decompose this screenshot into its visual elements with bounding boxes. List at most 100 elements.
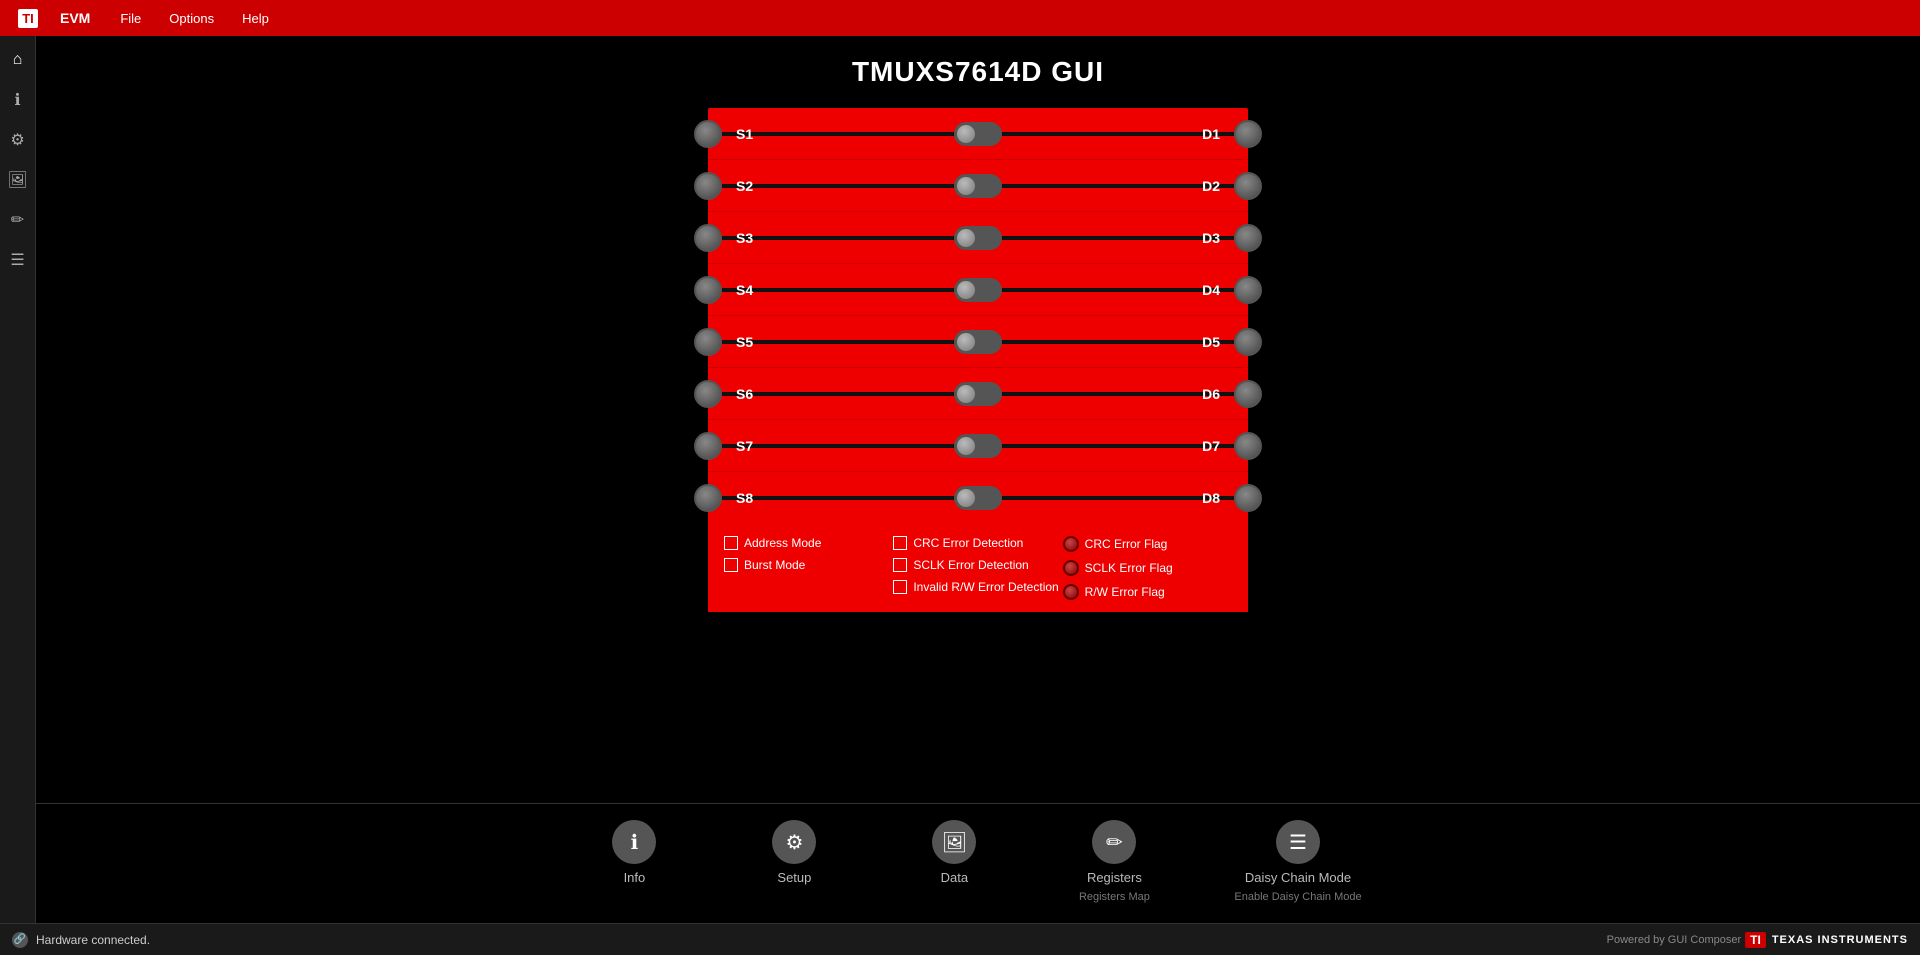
switch-row-s4: S4 D4 [708,264,1248,316]
label-s3: S3 [736,230,753,246]
sidebar-list[interactable]: ☰ [2,244,34,276]
sidebar-image[interactable]: 🖼 [2,164,34,196]
ti-logo: TI [12,2,44,34]
flag-sclk-label: SCLK Error Flag [1085,561,1173,575]
nav-setup[interactable]: ⚙ Setup [754,820,834,885]
top-bar: TI EVM File Options Help [0,0,1920,36]
checkbox-sclk-error-label: SCLK Error Detection [913,558,1028,572]
sidebar: ⌂ ℹ ⚙ 🖼 ✏ ☰ [0,36,36,923]
label-s8: S8 [736,490,753,506]
connector-d1-right[interactable] [1234,120,1262,148]
label-d4: D4 [1202,282,1220,298]
status-left: 🔗 Hardware connected. [12,932,150,948]
connector-s4-left[interactable] [694,276,722,304]
label-d2: D2 [1202,178,1220,194]
menu-options[interactable]: Options [163,7,220,30]
flag-dot-sclk [1063,560,1079,576]
checkbox-crc-error: CRC Error Detection [893,536,1062,550]
label-d1: D1 [1202,126,1220,142]
connector-d8-right[interactable] [1234,484,1262,512]
checkbox-burst-mode-input[interactable] [724,558,738,572]
checkbox-burst-mode-label: Burst Mode [744,558,805,572]
checkbox-sclk-error-input[interactable] [893,558,907,572]
page-title: TMUXS7614D GUI [852,56,1104,88]
label-s2: S2 [736,178,753,194]
nav-registers-sublabel: Registers Map [1079,891,1150,903]
flag-rw: R/W Error Flag [1063,584,1232,600]
label-d3: D3 [1202,230,1220,246]
flag-dot-rw [1063,584,1079,600]
app-title: EVM [60,10,90,26]
switch-row-s1: S1 D1 [708,108,1248,160]
nav-registers-label: Registers [1087,870,1142,885]
switch-row-s5: S5 D5 [708,316,1248,368]
toggle-thumb-s7 [956,436,976,456]
toggle-thumb-s2 [956,176,976,196]
toggle-s7[interactable] [954,434,1002,458]
checkbox-rw-error-input[interactable] [893,580,907,594]
switch-row-s7: S7 D7 [708,420,1248,472]
status-message: Hardware connected. [36,933,150,947]
switch-panel: S1 D1 S2 D2 S3 [708,108,1248,612]
checkbox-burst-mode: Burst Mode [724,558,893,572]
menu-help[interactable]: Help [236,7,275,30]
ti-badge-bottom: TI [1745,932,1766,948]
connector-d3-right[interactable] [1234,224,1262,252]
label-s4: S4 [736,282,753,298]
label-s5: S5 [736,334,753,350]
connector-s3-left[interactable] [694,224,722,252]
connector-d7-right[interactable] [1234,432,1262,460]
toggle-thumb-s4 [956,280,976,300]
checkbox-crc-error-label: CRC Error Detection [913,536,1023,550]
connector-s8-left[interactable] [694,484,722,512]
sidebar-settings[interactable]: ⚙ [2,124,34,156]
nav-registers[interactable]: ✏ Registers Registers Map [1074,820,1154,903]
flag-crc-label: CRC Error Flag [1085,537,1168,551]
ti-badge: TI [18,9,38,28]
toggle-thumb-s8 [956,488,976,508]
nav-data-label: Data [941,870,968,885]
nav-data[interactable]: 🖼 Data [914,820,994,885]
connector-d4-right[interactable] [1234,276,1262,304]
toggle-thumb-s6 [956,384,976,404]
status-right: Powered by GUI Composer TI TEXAS INSTRUM… [1607,932,1908,948]
nav-daisy-chain-label: Daisy Chain Mode [1245,870,1351,885]
menu-file[interactable]: File [114,7,147,30]
nav-info[interactable]: ℹ Info [594,820,674,885]
checkbox-rw-error: Invalid R/W Error Detection [893,580,1062,594]
sidebar-edit[interactable]: ✏ [2,204,34,236]
connector-d5-right[interactable] [1234,328,1262,356]
flag-crc: CRC Error Flag [1063,536,1232,552]
connector-s5-left[interactable] [694,328,722,356]
connector-s7-left[interactable] [694,432,722,460]
toggle-s8[interactable] [954,486,1002,510]
connector-s1-left[interactable] [694,120,722,148]
checkbox-address-mode-input[interactable] [724,536,738,550]
controls-col-3: CRC Error Flag SCLK Error Flag R/W Error… [1063,536,1232,600]
connector-d2-right[interactable] [1234,172,1262,200]
status-link-icon: 🔗 [12,932,28,948]
toggle-s1[interactable] [954,122,1002,146]
toggle-s5[interactable] [954,330,1002,354]
sidebar-info[interactable]: ℹ [2,84,34,116]
nav-daisy-chain[interactable]: ☰ Daisy Chain Mode Enable Daisy Chain Mo… [1234,820,1361,903]
sidebar-home[interactable]: ⌂ [2,44,34,76]
connector-s2-left[interactable] [694,172,722,200]
controls-col-1: Address Mode Burst Mode [724,536,893,600]
toggle-s6[interactable] [954,382,1002,406]
checkbox-crc-error-input[interactable] [893,536,907,550]
connector-s6-left[interactable] [694,380,722,408]
nav-data-icon: 🖼 [932,820,976,864]
controls-col-2: CRC Error Detection SCLK Error Detection… [893,536,1062,600]
checkbox-sclk-error: SCLK Error Detection [893,558,1062,572]
toggle-s4[interactable] [954,278,1002,302]
switch-row-s8: S8 D8 [708,472,1248,524]
connector-d6-right[interactable] [1234,380,1262,408]
toggle-s3[interactable] [954,226,1002,250]
controls-section: Address Mode Burst Mode CRC Error Detect… [708,524,1248,612]
label-s1: S1 [736,126,753,142]
nav-registers-icon: ✏ [1092,820,1136,864]
toggle-s2[interactable] [954,174,1002,198]
ti-logo-bottom: TI TEXAS INSTRUMENTS [1745,932,1908,948]
checkbox-address-mode: Address Mode [724,536,893,550]
